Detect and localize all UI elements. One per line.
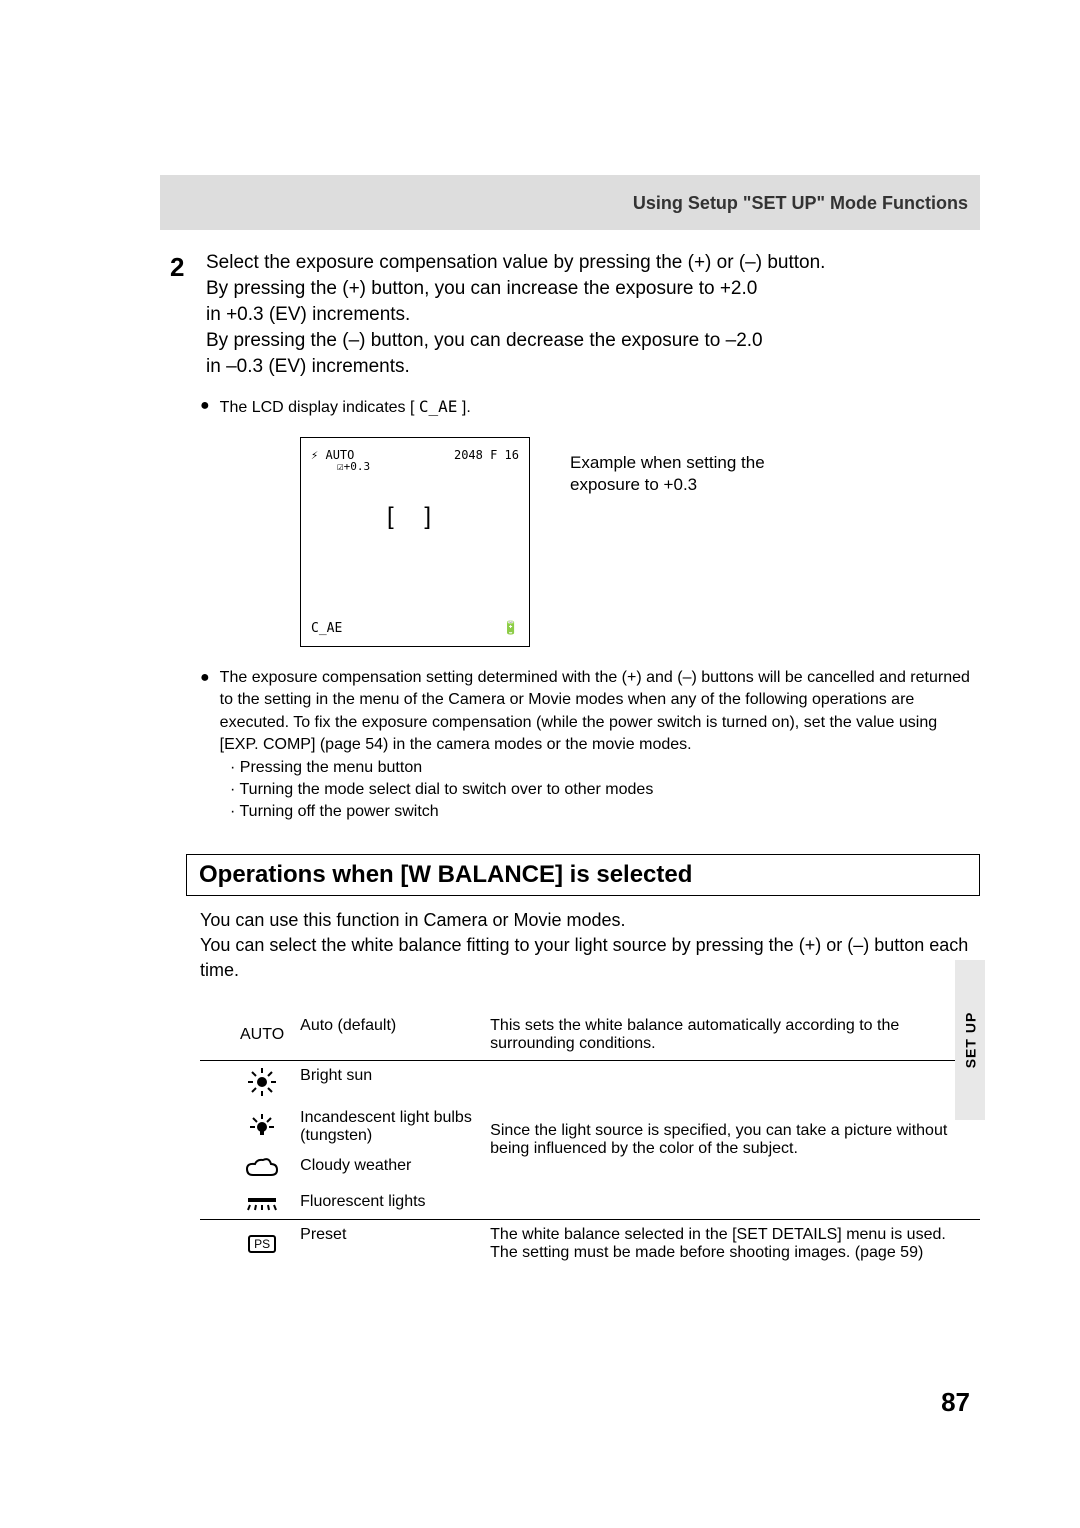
step-line: in +0.3 (EV) increments. [206, 304, 980, 326]
battery-icon: 🔋 [503, 621, 519, 636]
wb-label: Cloudy weather [300, 1151, 490, 1187]
section-p: You can use this function in Camera or M… [200, 908, 980, 933]
wb-label: Bright sun [300, 1060, 490, 1103]
wb-icon-auto: AUTO [200, 1011, 300, 1059]
lcd-example: ⚡ AUTO 2048 F 16 ☑+0.3 [ ] C_AE 🔋 Exampl… [300, 437, 980, 647]
preset-icon: PS [200, 1220, 300, 1269]
sun-icon [200, 1060, 300, 1103]
lcd-screen: ⚡ AUTO 2048 F 16 ☑+0.3 [ ] C_AE 🔋 [300, 437, 530, 647]
ev-icon: ☑ [337, 460, 344, 473]
step-line: By pressing the (+) button, you can incr… [206, 278, 980, 300]
bullet-icon: ● [200, 667, 210, 757]
section-tab: SET UP [955, 960, 985, 1120]
page-content: Using Setup "SET UP" Mode Functions 2 Se… [0, 0, 1080, 1268]
bullet-icon: ● [200, 397, 210, 417]
lcd-mode: C_AE [311, 621, 342, 636]
step-body: Select the exposure compensation value b… [206, 252, 980, 382]
wb-desc: The white balance selected in the [SET D… [490, 1220, 980, 1269]
wb-desc: This sets the white balance automaticall… [490, 1011, 980, 1059]
table-row: PS Preset The white balance selected in … [200, 1220, 980, 1269]
section-body: You can use this function in Camera or M… [200, 908, 980, 984]
wb-label: Incandescent light bulbs (tungsten) [300, 1103, 490, 1151]
white-balance-table: AUTO Auto (default) This sets the white … [200, 1011, 980, 1268]
wb-label: Auto (default) [300, 1011, 490, 1059]
wb-group-desc: Since the light source is specified, you… [490, 1060, 980, 1219]
step-line: By pressing the (–) button, you can decr… [206, 330, 980, 352]
lcd-indicator-note: ● The LCD display indicates [ C_AE ]. [200, 397, 980, 417]
cloud-icon [200, 1151, 300, 1187]
section-tab-label: SET UP [962, 1012, 978, 1069]
wb-label: Fluorescent lights [300, 1187, 490, 1219]
lcd-ev-value: +0.3 [344, 460, 371, 473]
step-number: 2 [170, 252, 206, 382]
bulb-icon [200, 1103, 300, 1151]
breadcrumb: Using Setup "SET UP" Mode Functions [170, 175, 980, 224]
note-sub: · Turning the mode select dial to switch… [230, 779, 980, 801]
table-row: AUTO Auto (default) This sets the white … [200, 1011, 980, 1059]
note-sub: · Turning off the power switch [230, 801, 980, 823]
wb-label: Preset [300, 1220, 490, 1269]
flash-icon: ⚡ [311, 448, 318, 462]
fluorescent-icon [200, 1187, 300, 1219]
table-row: Bright sun Since the light source is spe… [200, 1060, 980, 1103]
lcd-resolution: 2048 F 16 [454, 448, 519, 462]
step-line: in –0.3 (EV) increments. [206, 356, 980, 378]
step-line: Select the exposure compensation value b… [206, 252, 980, 274]
note-main: The exposure compensation setting determ… [220, 667, 980, 757]
page-number: 87 [941, 1387, 970, 1418]
note-text: The LCD display indicates [ [220, 399, 415, 416]
section-heading: Operations when [W BALANCE] is selected [186, 854, 980, 896]
lcd-caption: Example when setting the exposure to +0.… [570, 437, 810, 496]
note-symbol: C_AE [419, 397, 458, 416]
notes-block: ● The exposure compensation setting dete… [200, 667, 980, 824]
note-sub: · Pressing the menu button [230, 757, 980, 779]
note-text: ]. [462, 399, 471, 416]
lcd-focus-brackets: [ ] [311, 503, 519, 531]
section-p: You can select the white balance fitting… [200, 933, 980, 983]
step-2: 2 Select the exposure compensation value… [170, 252, 980, 382]
